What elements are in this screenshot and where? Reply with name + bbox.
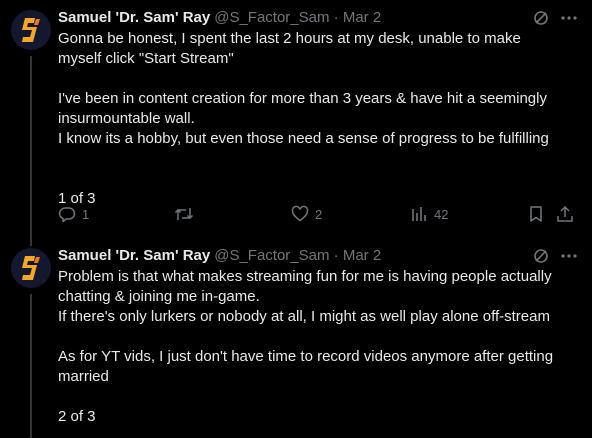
timestamp[interactable]: Mar 2 xyxy=(343,9,381,26)
more-icon[interactable] xyxy=(560,9,578,27)
like-button[interactable]: 2 xyxy=(291,204,322,224)
tweet-text: Gonna be honest, I spent the last 2 hour… xyxy=(58,29,578,209)
s-factor-logo-icon xyxy=(22,18,40,42)
views-button[interactable]: 42 xyxy=(410,204,448,224)
text-line: Gonna be honest, I spent the last 2 hour… xyxy=(58,30,521,47)
display-name[interactable]: Samuel 'Dr. Sam' Ray xyxy=(58,247,210,264)
separator-dot: · xyxy=(333,9,339,26)
text-line: If there's only lurkers or nobody at all… xyxy=(58,308,550,325)
text-line: myself click "Start Stream" xyxy=(58,50,234,67)
separator-dot: · xyxy=(333,247,339,264)
action-bar: 1 2 42 xyxy=(58,204,578,224)
display-name[interactable]: Samuel 'Dr. Sam' Ray xyxy=(58,9,210,26)
tweet-top-actions xyxy=(532,246,578,266)
thread-counter: 2 of 3 xyxy=(58,408,96,425)
reply-count: 1 xyxy=(82,206,90,222)
text-line: I've been in content creation for more t… xyxy=(58,90,547,107)
retweet-button[interactable] xyxy=(174,204,194,224)
text-line: I know its a hobby, but even those need … xyxy=(58,130,549,147)
text-line: As for YT vids, I just don't have time t… xyxy=(58,348,554,365)
s-factor-logo-icon xyxy=(22,256,40,280)
tweet-top-actions xyxy=(532,8,578,28)
tweet-1[interactable]: Samuel 'Dr. Sam' Ray @S_Factor_Sam · Mar … xyxy=(0,8,592,246)
reply-icon xyxy=(58,207,76,223)
reply-button[interactable]: 1 xyxy=(58,204,89,224)
thread-line xyxy=(30,56,32,246)
views-icon xyxy=(412,207,426,221)
tweet-header: Samuel 'Dr. Sam' Ray @S_Factor_Sam · Mar … xyxy=(58,8,381,28)
retweet-icon xyxy=(174,208,194,220)
avatar[interactable] xyxy=(11,10,51,50)
text-line: Problem is that what makes streaming fun… xyxy=(58,268,552,285)
timestamp[interactable]: Mar 2 xyxy=(343,247,381,264)
thread-line xyxy=(30,294,32,438)
grok-icon[interactable] xyxy=(532,9,550,27)
text-line: married xyxy=(58,368,109,385)
handle[interactable]: @S_Factor_Sam xyxy=(214,9,329,26)
avatar[interactable] xyxy=(11,248,51,288)
bookmark-icon xyxy=(530,206,542,222)
like-count: 2 xyxy=(315,206,323,222)
grok-icon[interactable] xyxy=(532,247,550,265)
share-button[interactable] xyxy=(556,204,574,224)
bookmark-button[interactable] xyxy=(527,204,545,224)
tweet-header: Samuel 'Dr. Sam' Ray @S_Factor_Sam · Mar … xyxy=(58,246,381,266)
view-count: 42 xyxy=(434,206,449,222)
share-icon xyxy=(557,205,573,222)
text-line: chatting & joining me in-game. xyxy=(58,288,260,305)
tweet-2[interactable]: Samuel 'Dr. Sam' Ray @S_Factor_Sam · Mar … xyxy=(0,246,592,438)
handle[interactable]: @S_Factor_Sam xyxy=(214,247,329,264)
text-line: insurmountable wall. xyxy=(58,110,195,127)
tweet-text: Problem is that what makes streaming fun… xyxy=(58,267,578,427)
more-icon[interactable] xyxy=(560,247,578,265)
like-icon xyxy=(291,205,309,222)
